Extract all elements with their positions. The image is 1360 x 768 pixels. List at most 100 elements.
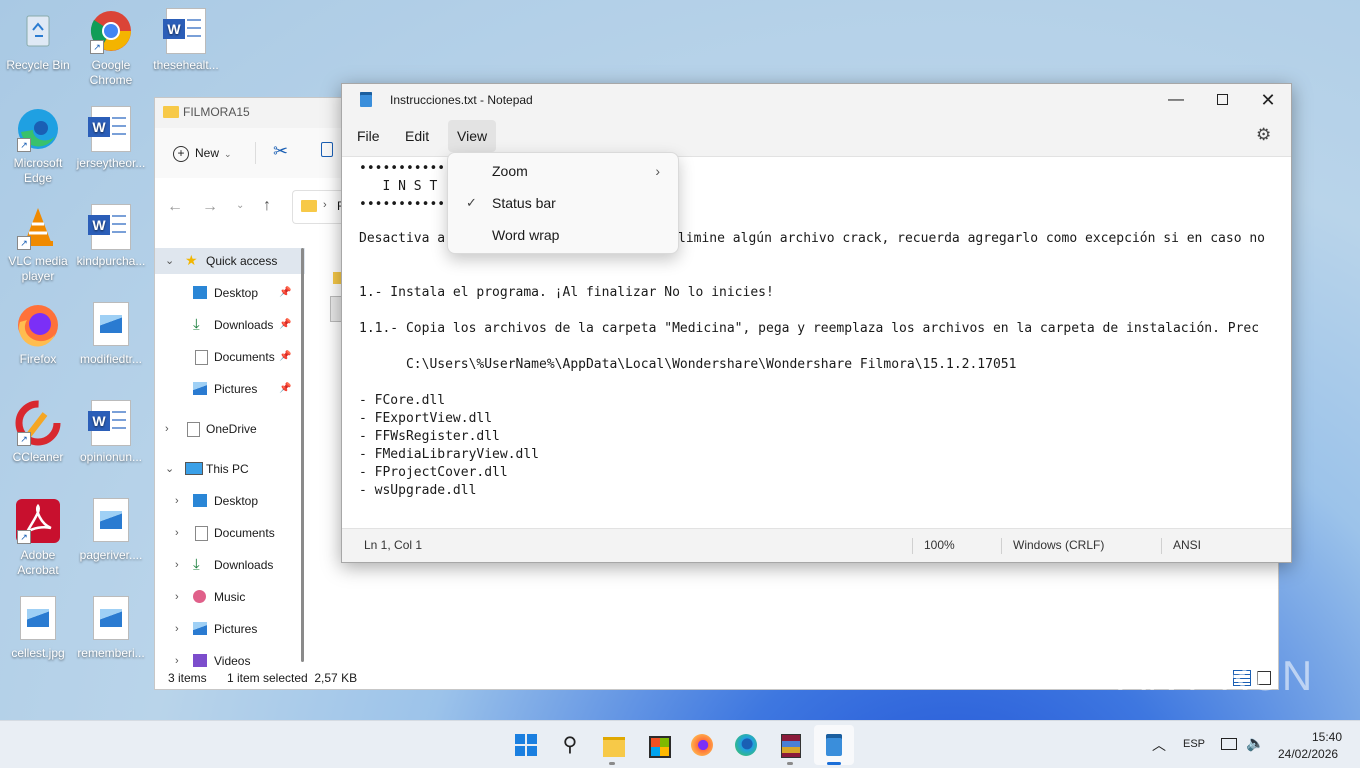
taskbar-firefox[interactable] xyxy=(682,725,722,765)
menu-file[interactable]: File xyxy=(348,120,389,152)
nav-pane-scrollbar[interactable] xyxy=(301,248,304,662)
notepad-icon xyxy=(360,92,372,107)
zoom-level: 100% xyxy=(924,538,955,552)
desktop-icon-recycle-bin[interactable]: Recycle Bin xyxy=(0,8,76,73)
show-hidden-icons-chevron-icon[interactable]: ︿ xyxy=(1152,735,1166,755)
desktop-icon-image[interactable]: modifiedtr... xyxy=(73,302,149,367)
taskbar-store[interactable] xyxy=(638,725,678,765)
clock-date[interactable]: 24/02/2026 xyxy=(1278,747,1338,761)
desktop-icon-image[interactable]: pageriver.... xyxy=(73,498,149,563)
desktop-folder-icon xyxy=(193,494,207,507)
nav-item-pictures[interactable]: Pictures 📌 xyxy=(155,376,305,402)
copy-icon[interactable] xyxy=(321,142,333,157)
close-button[interactable]: ✕ xyxy=(1245,84,1291,116)
taskbar-edge[interactable] xyxy=(726,725,766,765)
desktop-icon-label: Google Chrome xyxy=(89,58,133,87)
cut-icon[interactable]: ✂ xyxy=(273,141,288,162)
search-icon: ⚲ xyxy=(562,734,578,756)
nav-item-pictures[interactable]: › Pictures xyxy=(155,616,305,642)
network-icon[interactable] xyxy=(1221,738,1237,750)
settings-gear-icon[interactable]: ⚙ xyxy=(1256,125,1271,145)
text-line: C:\Users\%UserName%\AppData\Local\Wonder… xyxy=(359,357,1017,372)
desktop-icon-label: rememberi... xyxy=(77,646,145,660)
recent-chevron-icon[interactable]: ⌄ xyxy=(236,200,244,211)
open-app-indicator xyxy=(609,762,615,765)
desktop-icon-label: pageriver.... xyxy=(79,548,143,562)
desktop-icon-image[interactable]: cellest.jpg xyxy=(0,596,76,661)
notepad-menu-bar: File Edit View ⚙ xyxy=(342,116,1291,157)
nav-item-onedrive[interactable]: › OneDrive xyxy=(155,416,305,442)
taskbar: ⚲ ︿ ESP 🔈 15:40 24/02/2026 xyxy=(0,720,1360,768)
explorer-status-bar: 3 items 1 item selected 2,57 KB xyxy=(155,667,1278,689)
chevron-down-icon: ⌄ xyxy=(224,149,232,159)
desktop-icon-document[interactable]: opinionun... xyxy=(73,400,149,465)
chevron-right-icon: › xyxy=(175,591,179,603)
navigation-pane: ⌄ ★ Quick access Desktop 📌 ⤓ Downloads 📌… xyxy=(155,238,313,668)
desktop-icon-chrome[interactable]: ↗ Google Chrome xyxy=(73,8,149,88)
taskbar-winrar[interactable] xyxy=(770,725,810,765)
firefox-icon xyxy=(691,734,713,756)
desktop-icon-firefox[interactable]: Firefox xyxy=(0,302,76,367)
menu-item-zoom[interactable]: Zoom › xyxy=(452,156,674,186)
winrar-icon xyxy=(781,734,801,758)
chevron-right-icon: › xyxy=(175,495,179,507)
input-language[interactable]: ESP xyxy=(1183,738,1205,750)
encoding: ANSI xyxy=(1173,538,1202,552)
nav-item-desktop[interactable]: › Desktop xyxy=(155,488,305,514)
text-line: 1.- Instala el programa. ¡Al finalizar N… xyxy=(359,285,774,300)
clock-time[interactable]: 15:40 xyxy=(1312,730,1342,744)
window-title: Instrucciones.txt - Notepad xyxy=(390,93,533,107)
edge-icon: ↗ xyxy=(15,106,61,152)
chevron-down-icon: ⌄ xyxy=(165,255,175,267)
start-button[interactable] xyxy=(506,725,546,765)
menu-view[interactable]: View xyxy=(448,120,497,152)
chevron-right-icon: › xyxy=(655,163,660,179)
volume-icon[interactable]: 🔈 xyxy=(1246,734,1265,752)
up-icon[interactable]: ↑ xyxy=(263,197,271,215)
image-file-icon xyxy=(88,302,134,348)
nav-item-downloads[interactable]: › ⤓ Downloads xyxy=(155,552,305,578)
chevron-right-icon: › xyxy=(175,623,179,635)
menu-item-word-wrap[interactable]: Word wrap xyxy=(452,220,674,250)
desktop-icon-document[interactable]: thesehealt... xyxy=(148,8,224,73)
maximize-button[interactable] xyxy=(1199,84,1245,116)
text-line: - FFWsRegister.dll xyxy=(359,429,500,444)
notepad-icon xyxy=(826,734,842,756)
taskbar-file-explorer[interactable] xyxy=(594,725,634,765)
pin-icon: 📌 xyxy=(279,287,292,298)
desktop-icon-acrobat[interactable]: ↗ Adobe Acrobat xyxy=(0,498,76,578)
new-button[interactable]: + New ⌄ xyxy=(173,142,232,164)
item-count: 3 items xyxy=(168,671,207,685)
text-line: ••••••••••• xyxy=(359,197,446,212)
star-icon: ★ xyxy=(185,252,198,268)
back-icon[interactable]: ← xyxy=(167,198,183,216)
desktop-icon-document[interactable]: kindpurcha... xyxy=(73,204,149,269)
nav-item-videos[interactable]: › Videos xyxy=(155,648,305,668)
search-button[interactable]: ⚲ xyxy=(550,725,590,765)
selection-info: 1 item selected 2,57 KB xyxy=(227,671,358,685)
menu-edit[interactable]: Edit xyxy=(396,120,438,152)
forward-icon[interactable]: → xyxy=(202,198,218,216)
menu-item-status-bar[interactable]: ✓ Status bar xyxy=(452,188,674,218)
nav-item-this-pc[interactable]: ⌄ This PC xyxy=(155,456,305,482)
nav-item-downloads[interactable]: ⤓ Downloads 📌 xyxy=(155,312,305,338)
text-line: Desactiva ar xyxy=(359,231,453,246)
nav-item-quick-access[interactable]: ⌄ ★ Quick access xyxy=(155,248,305,274)
minimize-button[interactable]: — xyxy=(1153,84,1199,116)
nav-item-desktop[interactable]: Desktop 📌 xyxy=(155,280,305,306)
desktop-icon-edge[interactable]: ↗ Microsoft Edge xyxy=(0,106,76,186)
nav-item-documents[interactable]: › Documents xyxy=(155,520,305,546)
text-line: - wsUpgrade.dll xyxy=(359,483,477,498)
nav-item-music[interactable]: › Music xyxy=(155,584,305,610)
desktop-icon-image[interactable]: rememberi... xyxy=(73,596,149,661)
documents-icon xyxy=(195,350,208,365)
desktop-icon-document[interactable]: jerseytheor... xyxy=(73,106,149,171)
desktop-icon-vlc[interactable]: ↗ VLC media player xyxy=(0,204,76,284)
nav-item-documents[interactable]: Documents 📌 xyxy=(155,344,305,370)
desktop-icon-ccleaner[interactable]: ↗ CCleaner xyxy=(0,400,76,465)
taskbar-notepad[interactable] xyxy=(814,725,854,765)
new-label: New xyxy=(195,146,220,160)
explorer-title: FILMORA15 xyxy=(183,105,250,119)
text-line: I N S T xyxy=(359,179,438,194)
plus-icon: + xyxy=(173,146,189,162)
